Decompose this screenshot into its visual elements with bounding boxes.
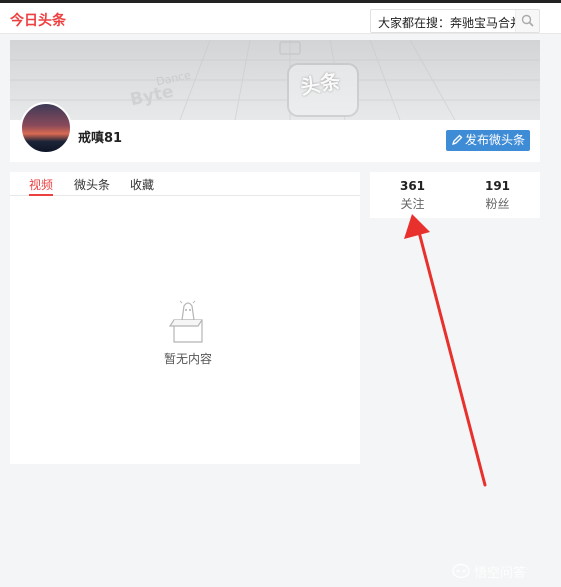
empty-state-text: 暂无内容: [163, 352, 212, 366]
search-box[interactable]: 大家都在搜：奔驰宝马合并: [370, 9, 540, 33]
tab-favorites[interactable]: 收藏: [130, 176, 154, 196]
tab-videos[interactable]: 视频: [29, 176, 54, 196]
tab-bar: 视频 微头条 收藏: [10, 172, 360, 196]
followers-label: 粉丝: [485, 197, 510, 211]
banner-pattern: [10, 40, 540, 120]
pencil-icon: [451, 134, 463, 146]
profile-card: Dance Byte 头条 戒嗔81 发布微头条: [10, 40, 540, 162]
publish-button-label: 发布微头条: [465, 133, 526, 147]
wukong-logo-icon: [452, 563, 470, 579]
content-panel: 视频 微头条 收藏 暂无内容: [10, 172, 360, 464]
following-count: 361: [399, 179, 426, 193]
empty-box-ghost-icon: [168, 300, 203, 343]
search-input[interactable]: 大家都在搜：奔驰宝马合并: [378, 14, 516, 31]
followers-stat[interactable]: 191 粉丝: [455, 179, 540, 212]
following-stat[interactable]: 361 关注: [370, 179, 455, 212]
avatar[interactable]: [20, 102, 72, 154]
username: 戒嗔81: [78, 131, 123, 146]
search-button[interactable]: [515, 10, 539, 32]
stats-panel: 361 关注 191 粉丝: [370, 172, 540, 218]
followers-count: 191: [484, 179, 511, 193]
search-icon: [521, 14, 534, 27]
header-bar: 今日头条 大家都在搜：奔驰宝马合并: [0, 3, 561, 34]
watermark-text: 悟空问答: [474, 566, 527, 581]
tab-weitoutiao[interactable]: 微头条: [74, 176, 110, 196]
site-logo[interactable]: 今日头条: [10, 10, 66, 30]
following-label: 关注: [400, 197, 425, 211]
publish-weitoutiao-button[interactable]: 发布微头条: [446, 130, 530, 151]
profile-banner: Dance Byte 头条: [10, 40, 540, 120]
